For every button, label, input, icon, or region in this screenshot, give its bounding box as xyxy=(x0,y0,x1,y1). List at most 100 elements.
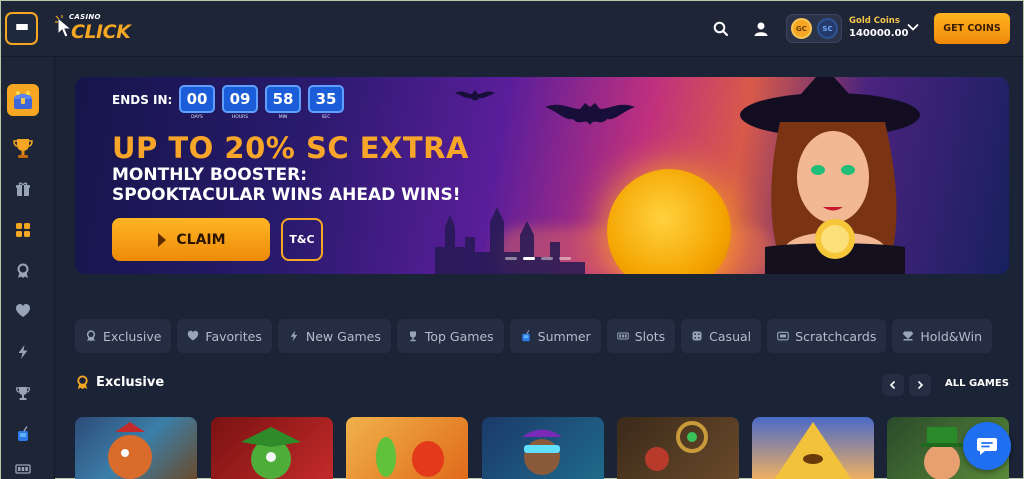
category-label: Slots xyxy=(634,328,666,344)
currency-toggle[interactable]: GC SC xyxy=(786,14,842,43)
heart-icon xyxy=(16,304,30,317)
banner-subtitle-1: MONTHLY BOOSTER: xyxy=(112,165,308,185)
game-tiles-row xyxy=(75,417,1024,479)
timer-days-label: DAYS xyxy=(191,115,203,120)
grid-icon xyxy=(16,223,30,237)
section-title: Exclusive xyxy=(96,375,165,390)
carousel-dot[interactable] xyxy=(559,257,571,260)
sidebar-item-favorites[interactable] xyxy=(7,295,39,327)
chat-icon xyxy=(977,438,997,455)
carousel-dot[interactable] xyxy=(541,257,553,260)
carousel-dots xyxy=(505,257,571,260)
banner-subtitle-2: SPOOKTACULAR WINS AHEAD WINS! xyxy=(112,185,461,205)
trophy-icon xyxy=(409,331,416,342)
banner-headline: UP TO 20% SC EXTRA xyxy=(112,131,469,165)
sidebar xyxy=(1,57,55,479)
balance-label: Gold Coins xyxy=(849,16,900,26)
top-header: CASINO CLICK GC SC Gold Coins 140000.00 … xyxy=(1,1,1023,57)
timer-days: 00 xyxy=(179,85,215,113)
timer-seconds: 35 xyxy=(308,85,344,113)
get-coins-button[interactable]: GET COINS xyxy=(934,13,1010,44)
badge-icon xyxy=(86,330,96,342)
category-label: Summer xyxy=(537,328,591,344)
category-label: Top Games xyxy=(424,328,494,344)
game-tile[interactable] xyxy=(482,417,604,479)
promo-chest-icon xyxy=(14,91,32,109)
category-label: New Games xyxy=(305,328,381,344)
sidebar-item-all-games[interactable] xyxy=(7,214,39,246)
carousel-dot-active[interactable] xyxy=(523,257,535,260)
small-bat-icon xyxy=(455,90,495,101)
witch-illustration xyxy=(740,77,920,274)
sweeps-coin-icon[interactable]: SC xyxy=(817,18,838,39)
hamburger-icon xyxy=(15,23,28,34)
game-art-monkey xyxy=(522,429,562,475)
category-scratchcards[interactable]: Scratchcards xyxy=(767,319,887,353)
gold-coin-icon[interactable]: GC xyxy=(791,18,812,39)
sidebar-item-slots[interactable] xyxy=(7,459,39,479)
scroll-left-button[interactable] xyxy=(882,374,904,396)
profile-button[interactable] xyxy=(747,15,775,43)
heart-icon xyxy=(188,330,199,341)
game-art-jester xyxy=(241,427,301,479)
drink-icon xyxy=(18,426,28,441)
timer-seconds-label: SEC xyxy=(321,115,331,120)
promo-banner[interactable]: ENDS IN: 00 DAYS 09 HOURS 58 MIN 35 SEC … xyxy=(75,77,1009,274)
logo-big-text: CLICK xyxy=(71,21,131,43)
drink-icon xyxy=(521,330,530,342)
category-bar: Exclusive Favorites New Games Top Games … xyxy=(75,319,1015,353)
section-header: Exclusive xyxy=(75,375,164,390)
game-tile[interactable] xyxy=(617,417,739,479)
slots-icon xyxy=(616,332,629,340)
sidebar-item-gifts[interactable] xyxy=(7,173,39,205)
balance-display: Gold Coins 140000.00 xyxy=(849,16,908,39)
play-arrow-icon xyxy=(158,232,167,247)
chat-button[interactable] xyxy=(963,422,1011,470)
all-games-link[interactable]: ALL GAMES xyxy=(945,378,1009,389)
trophy-icon xyxy=(13,139,33,158)
category-new-games[interactable]: New Games xyxy=(277,319,391,353)
category-top-games[interactable]: Top Games xyxy=(396,319,504,353)
category-summer[interactable]: Summer xyxy=(509,319,601,353)
scroll-right-button[interactable] xyxy=(909,374,931,396)
game-tile[interactable] xyxy=(346,417,468,479)
user-icon xyxy=(754,22,768,36)
diamond-hand-icon xyxy=(903,331,914,341)
category-exclusive[interactable]: Exclusive xyxy=(75,319,172,353)
ticket-icon xyxy=(777,331,789,341)
game-tile[interactable] xyxy=(752,417,874,479)
category-label: Favorites xyxy=(205,328,262,344)
claim-button[interactable]: CLAIM xyxy=(112,218,270,261)
category-favorites[interactable]: Favorites xyxy=(177,319,272,353)
timer-hours: 09 xyxy=(222,85,258,113)
timer-minutes: 58 xyxy=(265,85,301,113)
game-art-peppers xyxy=(376,437,444,477)
site-logo[interactable]: CASINO CLICK xyxy=(53,13,143,43)
category-casual[interactable]: Casual xyxy=(681,319,762,353)
sidebar-item-tournaments[interactable] xyxy=(7,132,39,164)
chevron-down-icon[interactable] xyxy=(906,20,920,34)
sidebar-item-promotions[interactable] xyxy=(7,84,39,116)
badge-icon xyxy=(17,263,29,278)
sidebar-item-summer[interactable] xyxy=(7,418,39,450)
search-button[interactable] xyxy=(707,15,735,43)
castle-silhouette xyxy=(435,207,585,274)
game-art-chicken xyxy=(108,422,152,479)
banner-moon xyxy=(607,169,731,274)
dice-icon xyxy=(692,331,702,341)
menu-button[interactable] xyxy=(5,12,38,45)
sidebar-item-top-games[interactable] xyxy=(7,377,39,409)
carousel-dot[interactable] xyxy=(505,257,517,260)
cup-icon xyxy=(15,387,31,400)
category-hold-and-win[interactable]: Hold&Win xyxy=(892,319,993,353)
game-art-gears xyxy=(645,421,708,471)
game-tile[interactable] xyxy=(211,417,333,479)
category-slots[interactable]: Slots xyxy=(606,319,676,353)
game-tile[interactable] xyxy=(75,417,197,479)
category-label: Casual xyxy=(709,328,752,344)
terms-button[interactable]: T&C xyxy=(281,218,323,261)
gift-icon xyxy=(16,182,30,196)
sidebar-item-exclusive[interactable] xyxy=(7,255,39,287)
category-label: Exclusive xyxy=(103,328,162,344)
sidebar-item-new-games[interactable] xyxy=(7,336,39,368)
